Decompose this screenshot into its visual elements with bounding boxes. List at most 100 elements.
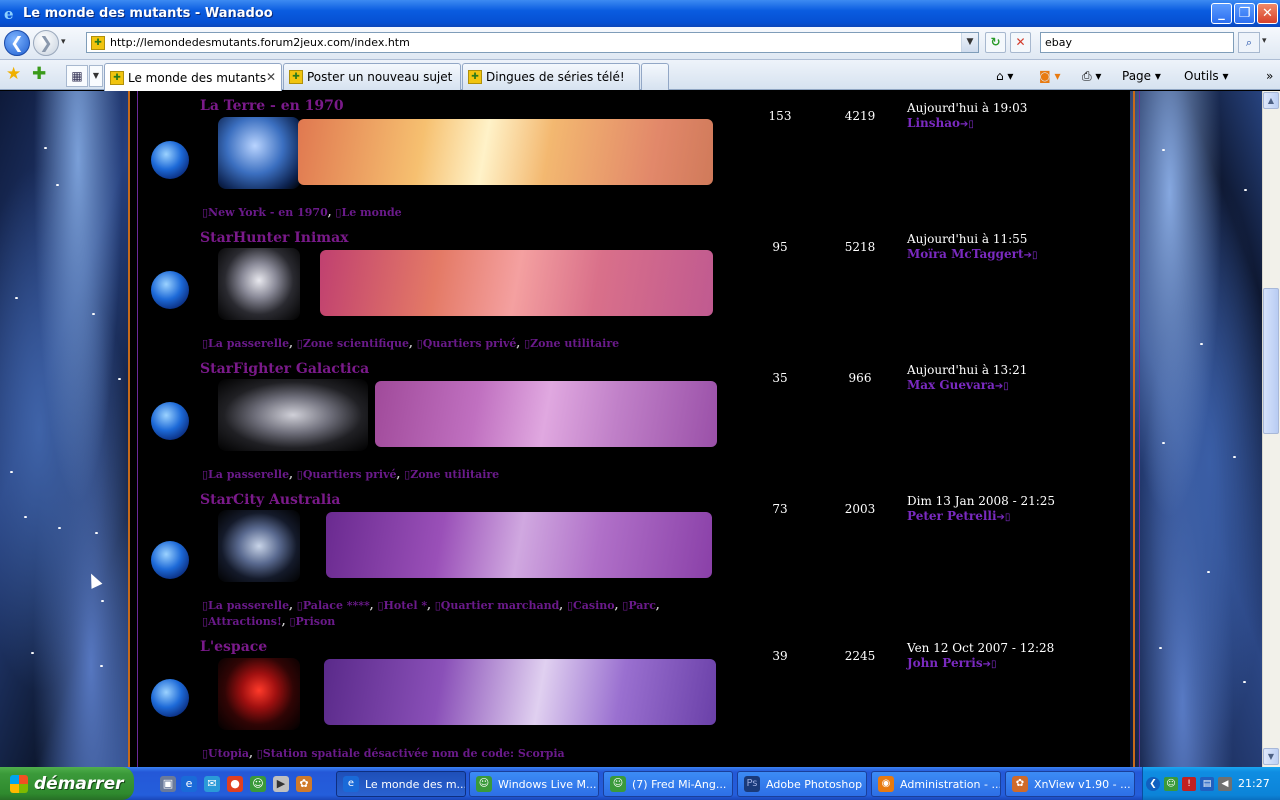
address-bar[interactable]: ✚ http://lemondedesmutants.forum2jeux.co…	[86, 32, 979, 53]
add-favorite-icon[interactable]: ✚	[32, 64, 46, 84]
subforum-link[interactable]: ▯Quartier marchand	[435, 599, 560, 612]
subforum-link[interactable]: ▯Zone utilitaire	[404, 468, 499, 481]
last-post-author-link[interactable]: Moïra McTaggert	[907, 247, 1024, 261]
subforum-link[interactable]: ▯Prison	[289, 615, 335, 628]
forum-banner-image[interactable]	[298, 119, 713, 185]
taskbar-clock[interactable]: 21:27	[1238, 777, 1270, 790]
minimize-button[interactable]: _	[1211, 3, 1232, 24]
tray-messenger-icon[interactable]: ☺	[1164, 777, 1178, 791]
quicklaunch-player-icon[interactable]: ▶	[273, 776, 289, 792]
forum-nebula-image[interactable]	[218, 658, 300, 730]
start-button[interactable]: . démarrer	[0, 767, 134, 800]
tab-close-icon[interactable]: ✕	[266, 70, 276, 84]
stop-button[interactable]: ✕	[1010, 32, 1031, 53]
print-icon[interactable]: ⎙ ▾	[1082, 65, 1101, 87]
address-dropdown-icon[interactable]: ▼	[961, 33, 978, 52]
forum-ship-image[interactable]	[218, 379, 368, 451]
last-post-author-link[interactable]: Linshao	[907, 116, 960, 130]
forward-button[interactable]: ❯	[33, 30, 59, 56]
new-tab-button[interactable]	[641, 63, 669, 90]
taskbar-item-windows-live[interactable]: ☺ Windows Live M...	[469, 771, 599, 797]
forum-banner-image[interactable]	[324, 659, 716, 725]
subforum-link[interactable]: ▯Zone scientifique	[297, 337, 409, 350]
subforum-link[interactable]: ▯Parc	[622, 599, 656, 612]
goto-last-post-icon[interactable]: ➔▯	[1024, 250, 1038, 261]
subforum-link[interactable]: ▯Hotel *	[377, 599, 427, 612]
history-dropdown-icon[interactable]: ▾	[61, 37, 66, 47]
last-post-author-link[interactable]: John Perris	[907, 656, 983, 670]
maximize-button[interactable]: ❐	[1234, 3, 1255, 24]
subforum-link[interactable]: ▯Le monde	[335, 206, 401, 219]
forum-title-link[interactable]: StarFighter Galactica	[200, 361, 369, 377]
refresh-button[interactable]: ↻	[985, 32, 1006, 53]
forum-banner-image[interactable]	[326, 512, 712, 578]
scrollbar-thumb[interactable]	[1263, 288, 1279, 434]
last-post-author-link[interactable]: Max Guevara	[907, 378, 995, 392]
last-post-author-link[interactable]: Peter Petrelli	[907, 509, 997, 523]
star	[1200, 343, 1203, 345]
address-url[interactable]: http://lemondedesmutants.forum2jeux.com/…	[110, 36, 961, 49]
taskbar-item-messenger-chat[interactable]: ☺ (7) Fred Mi-Ang...	[603, 771, 733, 797]
forum-ship-image[interactable]	[218, 248, 300, 320]
forum-ship-image[interactable]	[218, 510, 300, 582]
rss-feed-icon[interactable]: ◙ ▾	[1039, 65, 1060, 87]
photoshop-icon: Ps	[744, 776, 760, 792]
subforum-link[interactable]: ▯New York - en 1970	[202, 206, 328, 219]
tab-list-dropdown[interactable]: ▼	[89, 65, 103, 87]
subforum-link[interactable]: ▯Zone utilitaire	[524, 337, 619, 350]
taskbar-item-photoshop[interactable]: Ps Adobe Photoshop	[737, 771, 867, 797]
back-button[interactable]: ❮	[4, 30, 30, 56]
subforum-link[interactable]: ▯La passerelle	[202, 337, 289, 350]
home-icon[interactable]: ⌂ ▾	[996, 65, 1013, 87]
quick-tabs-icon[interactable]: ▦	[66, 65, 88, 87]
subforum-link[interactable]: ▯Station spatiale désactivée nom de code…	[257, 747, 565, 760]
quicklaunch-messenger-icon[interactable]: ☺	[250, 776, 266, 792]
tab-poster-un-nouveau-sujet[interactable]: ✚ Poster un nouveau sujet	[283, 63, 461, 90]
quicklaunch-desktop-icon[interactable]: ▣	[160, 776, 176, 792]
subforum-link[interactable]: ▯La passerelle	[202, 599, 289, 612]
tab-le-monde-des-mutants[interactable]: ✚ Le monde des mutants ✕	[104, 63, 282, 91]
scroll-down-button[interactable]: ▼	[1263, 748, 1279, 765]
taskbar-item-xnview[interactable]: ✿ XnView v1.90 - ...	[1005, 771, 1135, 797]
tools-menu[interactable]: Outils ▾	[1184, 65, 1229, 87]
forum-title-link[interactable]: StarCity Australia	[200, 492, 341, 508]
forum-banner-image[interactable]	[320, 250, 713, 316]
close-button[interactable]: ✕	[1257, 3, 1278, 24]
toolbar-more-chevron[interactable]: »	[1266, 65, 1273, 87]
forum-title-link[interactable]: La Terre - en 1970	[200, 98, 344, 114]
forum-banner-image[interactable]	[375, 381, 717, 447]
quicklaunch-media-icon[interactable]: ●	[227, 776, 243, 792]
favorites-star-icon[interactable]: ★	[6, 64, 21, 84]
goto-last-post-icon[interactable]: ➔▯	[983, 659, 997, 670]
search-icon[interactable]: ⌕	[1238, 32, 1260, 53]
subforum-link[interactable]: ▯Quartiers privé	[297, 468, 397, 481]
taskbar-item-ie[interactable]: e Le monde des m...	[336, 771, 466, 797]
quicklaunch-email-icon[interactable]: ✉	[204, 776, 220, 792]
tray-expand-chevron-icon[interactable]: ❮	[1146, 777, 1160, 791]
goto-last-post-icon[interactable]: ➔▯	[960, 119, 974, 130]
forum-earth-image[interactable]	[218, 117, 300, 189]
subforum-link[interactable]: ▯La passerelle	[202, 468, 289, 481]
subforum-link[interactable]: ▯Quartiers privé	[417, 337, 517, 350]
scroll-up-button[interactable]: ▲	[1263, 92, 1279, 109]
quicklaunch-app-icon[interactable]: ✿	[296, 776, 312, 792]
subforum-link[interactable]: ▯Palace ****	[297, 599, 370, 612]
quicklaunch-ie-icon[interactable]: e	[181, 776, 197, 792]
subforum-link[interactable]: ▯Attractions!	[202, 615, 282, 628]
subforum-link[interactable]: ▯Utopia	[202, 747, 249, 760]
tray-antivirus-icon[interactable]: !	[1182, 777, 1196, 791]
tab-dingues-de-series[interactable]: ✚ Dingues de séries télé!	[462, 63, 640, 90]
search-options-dropdown[interactable]: ▾	[1262, 36, 1267, 46]
search-input[interactable]: ebay	[1040, 32, 1234, 53]
forum-title-link[interactable]: L'espace	[200, 639, 267, 655]
page-menu[interactable]: Page ▾	[1122, 65, 1161, 87]
taskbar-item-firefox[interactable]: ◉ Administration - ...	[871, 771, 1001, 797]
subforum-link[interactable]: ▯Casino	[567, 599, 615, 612]
star	[56, 184, 59, 186]
forum-title-link[interactable]: StarHunter Inimax	[200, 230, 349, 246]
goto-last-post-icon[interactable]: ➔▯	[997, 512, 1011, 523]
tray-network-icon[interactable]: ▤	[1200, 777, 1214, 791]
tray-volume-icon[interactable]: ◀	[1218, 777, 1232, 791]
goto-last-post-icon[interactable]: ➔▯	[995, 381, 1009, 392]
window-title-bar[interactable]: e Le monde des mutants - Wanadoo	[0, 0, 1280, 27]
